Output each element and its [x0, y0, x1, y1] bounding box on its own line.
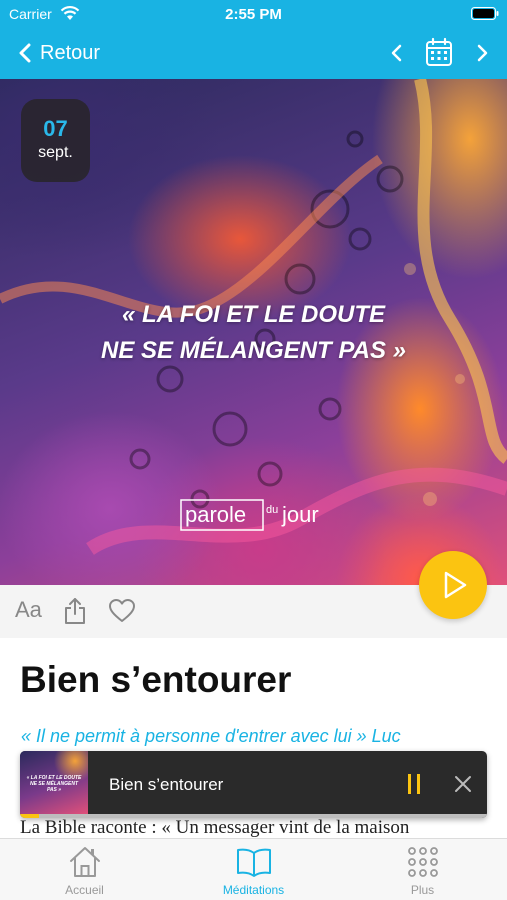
hero-quote: « LA FOI ET LE DOUTE NE SE MÉLANGENT PAS… — [40, 297, 467, 369]
article-verse-reference[interactable]: « Il ne permit à personne d'entrer avec … — [21, 726, 401, 747]
tab-accueil[interactable]: Accueil — [0, 839, 169, 900]
share-icon[interactable] — [64, 597, 86, 625]
back-button[interactable]: Retour — [18, 38, 100, 68]
tab-label-meditations: Méditations — [222, 883, 285, 897]
grid-dots-icon — [407, 847, 438, 877]
play-button[interactable] — [419, 551, 487, 619]
tab-label-plus: Plus — [410, 883, 435, 897]
font-size-button[interactable]: Aa — [15, 597, 42, 623]
book-icon — [236, 848, 271, 877]
hero-quote-line-2: NE SE MÉLANGENT PAS » — [101, 337, 406, 364]
chevron-left-icon — [19, 43, 31, 63]
article-body: La Bible raconte : « Un messager vint de… — [20, 817, 410, 838]
hero-quote-line-1: « LA FOI ET LE DOUTE — [121, 301, 386, 328]
article-title: Bien s’entourer — [20, 659, 292, 700]
parole-du-jour-logo: parole du jour — [180, 499, 319, 531]
calendar-icon[interactable] — [425, 37, 453, 67]
logo-word-2: du — [266, 504, 278, 516]
heart-icon[interactable] — [109, 599, 135, 623]
status-bar: Carrier 2:55 PM — [0, 0, 507, 28]
mini-thumbnail-quote-line-2: NE SE MÉLANGENT PAS » — [29, 781, 79, 793]
logo-word-3: jour — [281, 502, 319, 527]
date-month: sept. — [38, 144, 73, 161]
tab-label-accueil: Accueil — [65, 883, 104, 897]
date-badge: 07 sept. — [21, 99, 90, 182]
close-icon[interactable] — [454, 775, 472, 793]
tab-meditations[interactable]: Méditations — [169, 839, 338, 900]
navigation-bar: Retour — [0, 28, 507, 79]
status-time: 2:55 PM — [225, 6, 282, 23]
mini-thumbnail-quote: « LA FOI ET LE DOUTE NE SE MÉLANGENT PAS… — [26, 775, 82, 793]
logo-word-1: parole — [185, 502, 246, 527]
mini-player-progress-fill — [20, 814, 39, 818]
tab-plus[interactable]: Plus — [338, 839, 507, 900]
mini-audio-player[interactable]: « LA FOI ET LE DOUTE NE SE MÉLANGENT PAS… — [20, 751, 487, 818]
meditation-hero-image: 07 sept. « LA FOI ET LE DOUTE NE SE MÉLA… — [0, 79, 507, 585]
top-bar: Carrier 2:55 PM Retour — [0, 0, 507, 79]
mini-player-title: Bien s’entourer — [109, 775, 224, 794]
mini-player-progress-track — [20, 814, 487, 818]
tab-bar: Accueil Méditations Plus — [0, 838, 507, 900]
next-day-button[interactable] — [472, 41, 492, 65]
home-icon — [69, 847, 100, 877]
battery-icon — [471, 7, 499, 20]
date-day: 07 — [43, 116, 68, 141]
pause-icon[interactable] — [406, 773, 422, 795]
play-icon — [444, 571, 467, 599]
mini-player-thumbnail: « LA FOI ET LE DOUTE NE SE MÉLANGENT PAS… — [20, 751, 88, 814]
previous-day-button[interactable] — [387, 41, 407, 65]
back-label: Retour — [40, 41, 101, 64]
